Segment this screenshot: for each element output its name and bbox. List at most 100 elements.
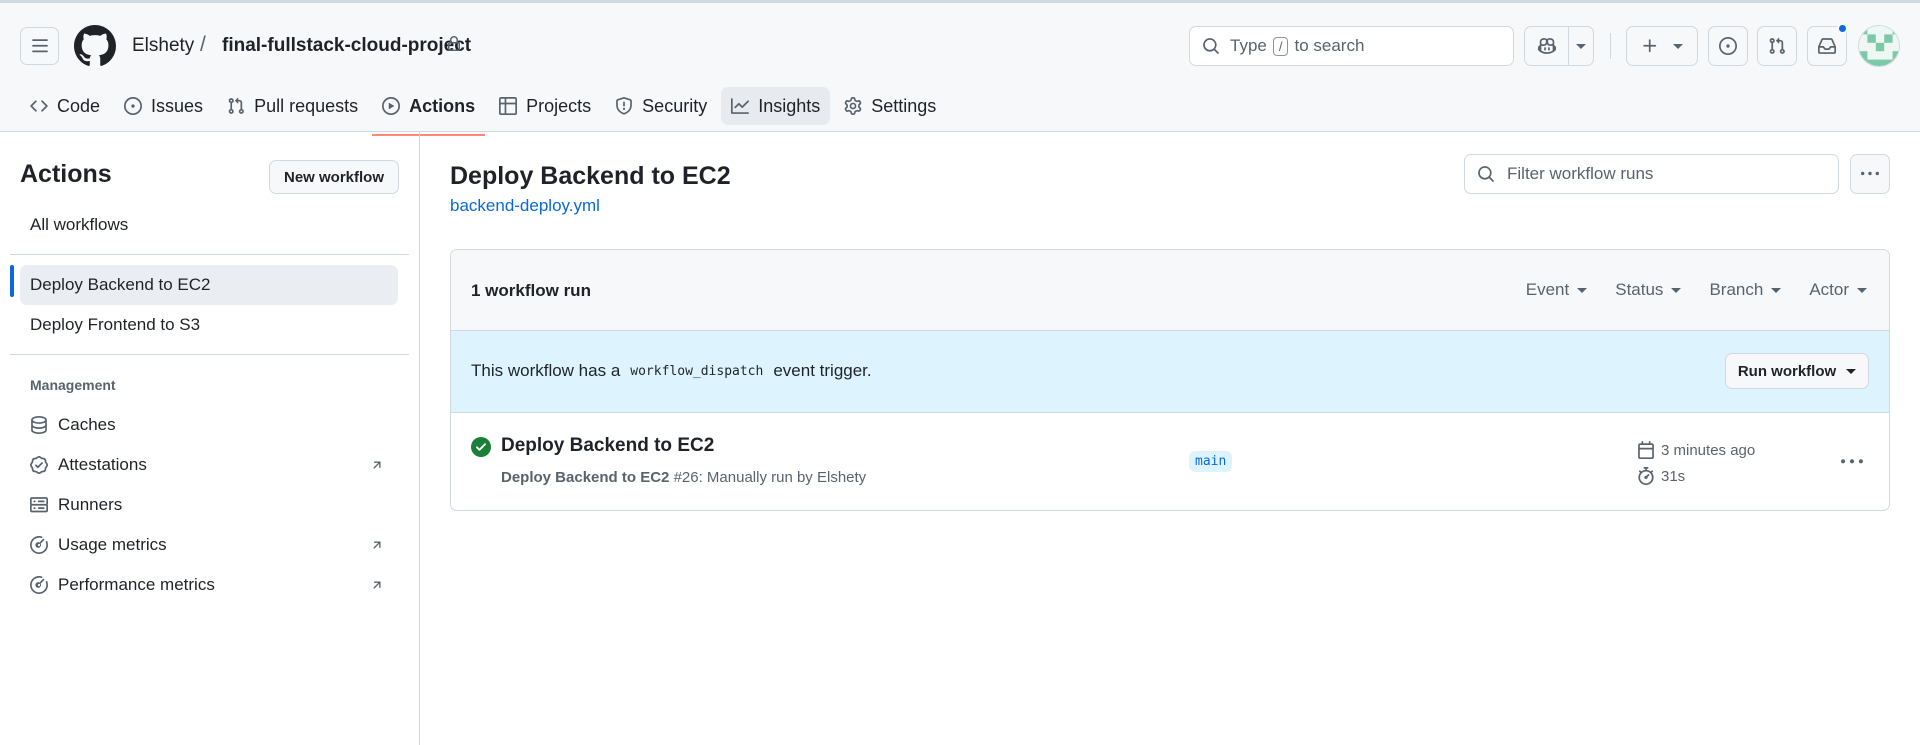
search-icon [1203,38,1219,54]
hamburger-menu-button[interactable] [20,27,59,65]
branch-badge[interactable]: main [1189,451,1233,472]
run-workflow-name: Deploy Backend to EC2 [501,469,670,486]
sidebar-divider [10,254,409,255]
your-pull-requests-button[interactable] [1757,26,1797,66]
meter-icon [30,536,48,554]
issue-opened-icon [124,97,143,115]
run-count: 1 workflow run [471,281,591,300]
sidebar-item-performance-metrics[interactable]: Performance metrics [20,565,398,605]
check-circle-fill-icon [471,437,491,457]
server-icon [30,497,48,513]
shield-icon [616,97,633,115]
tab-insights[interactable]: Insights [721,87,831,125]
sidebar-item-all-workflows[interactable]: All workflows [20,205,398,245]
page-title: Deploy Backend to EC2 [450,162,731,190]
search-prefix: Type [1230,36,1267,55]
global-search-input[interactable]: Type / to search [1189,26,1514,66]
run-subtitle: Deploy Backend to EC2 #26: Manually run … [501,469,866,486]
filter-label: Actor [1809,280,1849,299]
sidebar-item-usage-metrics[interactable]: Usage metrics [20,525,398,565]
sidebar-item-attestations[interactable]: Attestations [20,445,398,485]
breadcrumb-owner[interactable]: Elshety [132,35,194,57]
repo-tabs: Code Issues Pull requests Actions Projec… [20,85,950,136]
dispatch-event-code: workflow_dispatch [630,363,764,379]
filter-placeholder: Filter workflow runs [1507,164,1654,183]
tab-label: Code [57,95,101,116]
workflow-run-row[interactable]: Deploy Backend to EC2 Deploy Backend to … [451,413,1889,510]
tab-label: Actions [409,95,476,116]
filter-event-dropdown[interactable]: Event [1525,280,1588,300]
workflow-menu-button[interactable] [1850,154,1890,194]
tab-settings[interactable]: Settings [834,87,946,125]
arrow-up-right-icon [373,541,381,549]
arrow-up-right-icon [373,461,381,469]
run-title-link[interactable]: Deploy Backend to EC2 [501,435,714,457]
create-new-button[interactable] [1626,26,1698,66]
meter-icon [30,576,48,594]
global-header: Elshety / final-fullstack-cloud-project … [0,3,1920,85]
chevron-down-icon [1671,287,1682,293]
dispatch-text-pre: This workflow has a [471,361,621,380]
kebab-horizontal-icon [1861,171,1879,176]
chevron-down-icon [1771,287,1782,293]
workflow-file-link[interactable]: backend-deploy.yml [450,196,600,216]
breadcrumb-repo[interactable]: final-fullstack-cloud-project [222,35,471,57]
code-icon [30,100,48,112]
run-filters: Event Status Branch Actor [1526,280,1867,300]
run-description: #26: Manually run by Elshety [673,469,867,486]
verified-icon [30,456,48,474]
tab-label: Security [642,95,708,116]
actions-sidebar: Actions New workflow All workflows Deplo… [0,132,420,745]
tab-label: Projects [526,95,592,116]
sidebar-item-runners[interactable]: Runners [20,485,398,525]
tab-security[interactable]: Security [605,87,717,125]
run-duration: 31s [1637,467,1685,485]
filter-branch-dropdown[interactable]: Branch [1709,280,1782,300]
sidebar-item-workflow[interactable]: Deploy Frontend to S3 [20,305,398,345]
run-workflow-label: Run workflow [1737,362,1837,380]
table-icon [499,97,518,115]
sidebar-item-label: Performance metrics [58,575,215,594]
filter-label: Status [1615,280,1664,299]
tab-projects[interactable]: Projects [489,87,601,125]
your-issues-button[interactable] [1708,26,1748,66]
chevron-down-icon [1577,287,1588,293]
user-avatar[interactable] [1858,25,1900,67]
header-divider [1610,33,1611,59]
inbox-icon [1818,38,1836,54]
run-workflow-button[interactable]: Run workflow [1725,353,1869,389]
top-navigation: Elshety / final-fullstack-cloud-project … [0,0,1920,136]
filter-status-dropdown[interactable]: Status [1615,280,1682,300]
unread-notification-dot [1837,23,1848,34]
filter-label: Event [1525,280,1570,299]
sidebar-item-label: Attestations [58,455,147,474]
run-time-ago: 3 minutes ago [1637,441,1755,459]
new-workflow-button[interactable]: New workflow [269,160,399,194]
tab-pull-requests[interactable]: Pull requests [217,87,368,125]
chevron-down-icon [1673,43,1683,49]
graph-icon [731,98,750,114]
dispatch-message: This workflow has a workflow_dispatch ev… [471,361,872,381]
kebab-horizontal-icon[interactable] [1841,451,1863,473]
arrow-up-right-icon [373,581,381,589]
dispatch-text-post: event trigger. [773,361,872,380]
tab-issues[interactable]: Issues [114,87,213,125]
active-indicator [10,265,14,297]
issue-opened-icon [1719,37,1737,55]
workflow-runs-panel: 1 workflow run Event Status Branch Actor… [450,249,1890,511]
sidebar-item-label: Runners [58,495,123,514]
copilot-button[interactable] [1525,27,1569,65]
filter-workflow-runs-input[interactable]: Filter workflow runs [1464,154,1839,194]
sidebar-title: Actions [20,160,112,188]
tab-code[interactable]: Code [20,87,110,125]
sidebar-item-caches[interactable]: Caches [20,405,398,445]
sidebar-item-workflow[interactable]: Deploy Backend to EC2 [20,265,398,305]
tab-label: Insights [758,95,821,116]
tab-label: Settings [871,95,937,116]
filter-actor-dropdown[interactable]: Actor [1809,280,1867,300]
chevron-down-icon [1846,368,1857,374]
copilot-dropdown-button[interactable] [1569,27,1593,65]
gear-icon [844,97,862,115]
github-logo-icon[interactable] [74,25,116,67]
tab-actions[interactable]: Actions [372,87,486,136]
